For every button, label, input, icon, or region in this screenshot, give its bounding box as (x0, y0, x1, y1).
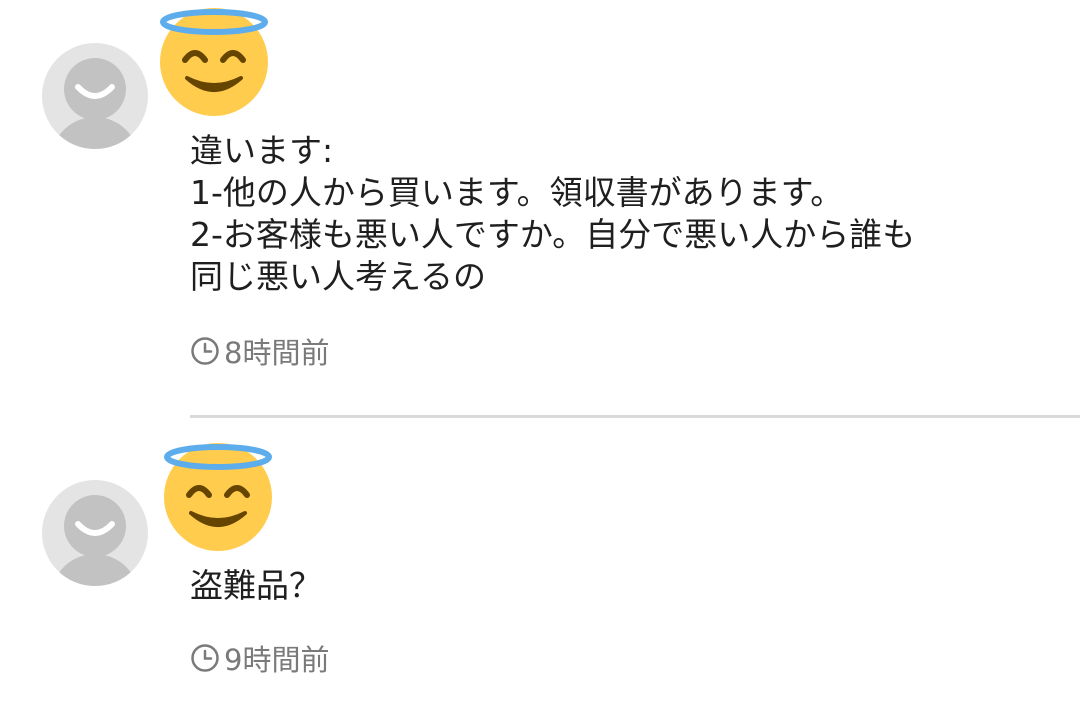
comment-body: 違います: 1-他の人から買います。領収書があります。 2-お客様も悪い人ですか… (190, 130, 1070, 298)
comment-line: 盗難品？ (190, 566, 322, 605)
clock-icon (191, 337, 219, 365)
comment-body: 盗難品？ (190, 565, 1070, 607)
default-user-avatar-icon (52, 58, 138, 149)
default-user-avatar-icon (52, 495, 138, 586)
comment-line: 2-お客様も悪い人ですか。自分で悪い人から誰も (190, 215, 916, 254)
comment-timestamp: 9時間前 (190, 640, 330, 677)
halo-emoji-badge (157, 2, 273, 118)
comment-line: 1-他の人から買います。領収書があります。 (190, 173, 844, 212)
timestamp-text: 8時間前 (224, 336, 330, 370)
user-avatar[interactable] (42, 480, 148, 586)
smiling-face-with-halo-icon (160, 8, 268, 116)
comment-timestamp: 8時間前 (190, 333, 330, 370)
clock-icon (191, 644, 219, 672)
timestamp-text: 9時間前 (224, 643, 330, 677)
comment-divider (190, 415, 1080, 418)
halo-emoji-badge (161, 437, 277, 553)
smiling-face-with-halo-icon (164, 443, 272, 551)
comment-line: 違います: (190, 131, 334, 170)
comment-line: 同じ悪い人考えるの (190, 257, 487, 296)
user-avatar[interactable] (42, 43, 148, 149)
